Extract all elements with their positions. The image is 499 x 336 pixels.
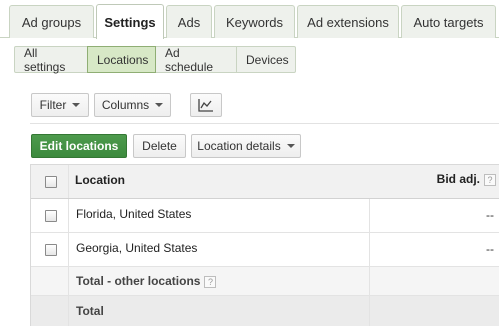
tab-ad-groups-label: Ad groups: [21, 14, 82, 30]
tab-keywords-label: Keywords: [225, 14, 284, 30]
chevron-down-icon: [72, 103, 81, 107]
tab-keywords[interactable]: Keywords: [214, 5, 295, 38]
row-checkbox-cell: [31, 199, 69, 232]
empty-cell: [31, 296, 69, 326]
total-label: Total: [76, 304, 104, 318]
filter-dropdown[interactable]: Filter: [31, 93, 89, 117]
tab-settings[interactable]: Settings: [96, 4, 164, 39]
chart-toggle-button[interactable]: [190, 93, 222, 117]
total-row: Total: [31, 296, 499, 326]
chevron-down-icon: [155, 103, 164, 107]
subtab-devices-label: Devices: [246, 52, 289, 67]
select-all-checkbox[interactable]: [45, 176, 57, 188]
location-name: Georgia, United States: [76, 241, 198, 255]
location-name: Florida, United States: [76, 207, 192, 221]
delete-button[interactable]: Delete: [133, 134, 186, 158]
total-other-text: Total - other locations: [76, 274, 201, 288]
bid-adj-cell[interactable]: --: [369, 199, 499, 232]
row-checkbox[interactable]: [45, 244, 57, 256]
edit-locations-label: Edit locations: [39, 139, 119, 153]
column-header-location[interactable]: Location: [75, 173, 125, 187]
bid-adj-value: --: [486, 242, 494, 256]
locations-table: Location Bid adj.? Florida, United State…: [30, 164, 499, 326]
tab-ad-extensions[interactable]: Ad extensions: [297, 5, 399, 38]
edit-locations-button[interactable]: Edit locations: [31, 134, 127, 158]
subtab-ad-schedule[interactable]: Ad schedule: [155, 45, 237, 74]
location-details-dropdown[interactable]: Location details: [191, 134, 301, 158]
row-checkbox[interactable]: [45, 210, 57, 222]
tab-auto-targets[interactable]: Auto targets: [401, 5, 496, 38]
chevron-down-icon: [286, 144, 295, 148]
settings-subtabs: All settings Locations Ad schedule Devic…: [14, 45, 296, 74]
tab-auto-targets-label: Auto targets: [413, 14, 484, 30]
subtab-devices[interactable]: Devices: [236, 46, 296, 73]
tab-ad-extensions-label: Ad extensions: [307, 14, 389, 30]
tab-settings-label: Settings: [104, 14, 156, 30]
total-other-row: Total - other locations?: [31, 267, 499, 296]
tab-ads[interactable]: Ads: [166, 5, 212, 38]
help-icon[interactable]: ?: [484, 173, 496, 186]
empty-cell: [369, 296, 499, 326]
help-icon[interactable]: ?: [204, 275, 217, 288]
table-row: Georgia, United States --: [31, 233, 499, 267]
tab-ad-groups[interactable]: Ad groups: [9, 5, 94, 38]
subtab-all-settings-label: All settings: [24, 45, 66, 74]
tab-ads-label: Ads: [177, 14, 201, 30]
subtab-locations-label: Locations: [97, 52, 149, 67]
bid-adj-cell[interactable]: --: [369, 233, 499, 266]
delete-label: Delete: [142, 139, 177, 153]
empty-cell: [31, 267, 69, 295]
total-other-label: Total - other locations?: [76, 274, 217, 288]
column-header-bid-adj[interactable]: Bid adj.?: [437, 172, 496, 186]
columns-dropdown[interactable]: Columns: [94, 93, 171, 117]
bid-adj-value: --: [486, 208, 494, 222]
subtab-all-settings[interactable]: All settings: [14, 45, 88, 74]
toolbar-divider: [30, 123, 499, 124]
subtab-ad-schedule-label: Ad schedule: [165, 45, 214, 74]
table-row: Florida, United States --: [31, 199, 499, 233]
subtab-locations[interactable]: Locations: [87, 46, 156, 73]
table-header-row: Location Bid adj.?: [31, 165, 499, 199]
filter-label: Filter: [39, 98, 67, 112]
select-all-cell: [31, 165, 69, 198]
empty-cell: [369, 267, 499, 295]
location-details-label: Location details: [197, 139, 281, 153]
main-tab-bar: Ad groups Settings Ads Keywords Ad exten…: [0, 0, 499, 39]
row-checkbox-cell: [31, 233, 69, 266]
bid-adj-label: Bid adj.: [436, 172, 480, 186]
columns-label: Columns: [101, 98, 150, 112]
line-chart-icon: [198, 99, 213, 112]
